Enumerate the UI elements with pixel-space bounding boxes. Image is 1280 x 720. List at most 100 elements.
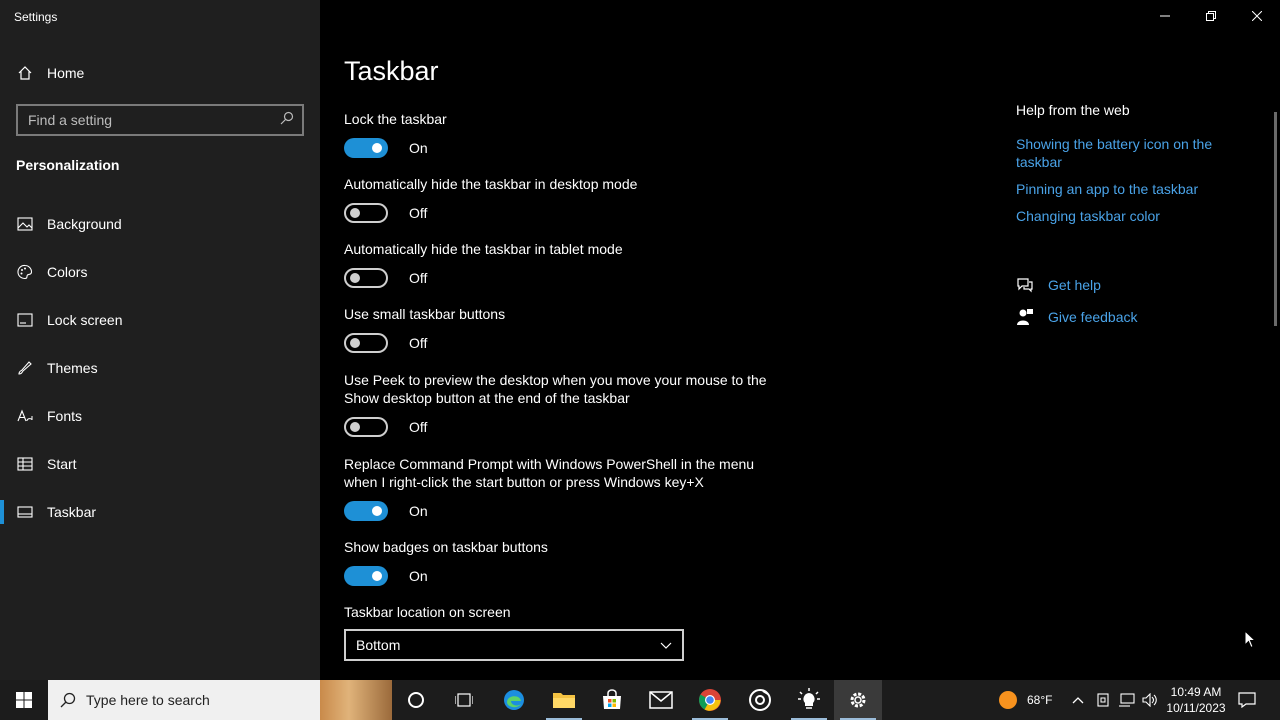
lock-taskbar-toggle[interactable] (344, 138, 388, 158)
taskbar-location-dropdown[interactable]: Bottom (344, 629, 684, 661)
taskbar-search-placeholder: Type here to search (86, 692, 210, 708)
task-view-button[interactable] (440, 680, 488, 720)
restore-button[interactable] (1188, 0, 1234, 32)
brush-icon (16, 359, 34, 377)
sidebar-item-colors[interactable]: Colors (0, 248, 320, 296)
help-link-battery[interactable]: Showing the battery icon on the taskbar (1016, 135, 1246, 171)
home-icon (16, 65, 34, 81)
chevron-down-icon (660, 637, 672, 653)
tips-button[interactable] (785, 680, 833, 720)
sidebar-item-label: Fonts (47, 408, 83, 424)
tips-icon (798, 688, 820, 709)
autohide-desktop-toggle[interactable] (344, 203, 388, 223)
start-button[interactable] (0, 680, 48, 720)
get-help-label: Get help (1048, 277, 1101, 293)
peek-toggle[interactable] (344, 417, 388, 437)
toggle-state: Off (409, 270, 428, 286)
home-link[interactable]: Home (16, 62, 84, 84)
clock-time: 10:49 AM (1170, 685, 1222, 699)
autohide-tablet-toggle[interactable] (344, 268, 388, 288)
taskbar-clock[interactable]: 10:49 AM 10/11/2023 (1160, 684, 1232, 716)
minimize-icon (1160, 15, 1170, 17)
media-button[interactable] (736, 680, 784, 720)
setting-label: Replace Command Prompt with Windows Powe… (344, 456, 755, 490)
setting-autohide-tablet: Automatically hide the taskbar in tablet… (344, 240, 784, 288)
sidebar-item-background[interactable]: Background (0, 200, 320, 248)
sidebar-item-lock-screen[interactable]: Lock screen (0, 296, 320, 344)
setting-lock-taskbar: Lock the taskbar On (344, 110, 784, 158)
sidebar-item-label: Start (47, 456, 77, 472)
help-link-color[interactable]: Changing taskbar color (1016, 207, 1246, 225)
edge-button[interactable] (490, 680, 538, 720)
sidebar-item-start[interactable]: Start (0, 440, 320, 488)
tray-network[interactable] (1118, 680, 1136, 720)
search-input[interactable]: Find a setting (16, 104, 304, 136)
chrome-button[interactable] (686, 680, 734, 720)
palette-icon (16, 263, 34, 281)
store-button[interactable] (588, 680, 636, 720)
lock-screen-icon (16, 311, 34, 329)
setting-autohide-desktop: Automatically hide the taskbar in deskto… (344, 175, 784, 223)
start-icon (16, 455, 34, 473)
mail-button[interactable] (637, 680, 685, 720)
setting-label: Show badges on taskbar buttons (344, 539, 548, 555)
home-label: Home (47, 65, 85, 81)
network-icon (1119, 693, 1135, 707)
setting-location: Taskbar location on screen (344, 603, 784, 621)
toggle-state: Off (409, 335, 428, 351)
setting-badges: Show badges on taskbar buttons On (344, 538, 784, 586)
minimize-button[interactable] (1142, 0, 1188, 32)
settings-icon (850, 692, 866, 708)
toggle-state: Off (409, 419, 428, 435)
tray-battery[interactable] (1096, 680, 1110, 720)
mouse-cursor-icon (1244, 629, 1257, 654)
small-buttons-toggle[interactable] (344, 333, 388, 353)
app-title: Settings (14, 10, 58, 24)
cortana-icon (408, 692, 424, 708)
location-label: Taskbar location on screen (344, 604, 511, 620)
settings-button[interactable] (834, 680, 882, 720)
setting-label: Use Peek to preview the desktop when you… (344, 372, 767, 406)
weather-widget[interactable]: 68°F (998, 680, 1052, 720)
device-icon (1097, 693, 1109, 707)
sidebar-item-label: Lock screen (47, 312, 123, 328)
sidebar-item-fonts[interactable]: Fonts (0, 392, 320, 440)
tray-chevron[interactable] (1072, 680, 1084, 720)
font-icon (16, 407, 34, 425)
sidebar: Settings Home Find a setting Personaliza… (0, 0, 320, 680)
weather-temp: 68°F (1027, 693, 1053, 707)
sidebar-item-taskbar[interactable]: Taskbar (0, 488, 320, 536)
setting-powershell: Replace Command Prompt with Windows Powe… (344, 455, 784, 521)
taskbar-search-box[interactable]: Type here to search (48, 680, 392, 720)
tray-volume[interactable] (1142, 680, 1158, 720)
badges-toggle[interactable] (344, 566, 388, 586)
search-icon (60, 692, 76, 708)
file-explorer-button[interactable] (540, 680, 588, 720)
give-feedback-link[interactable]: Give feedback (1016, 308, 1138, 326)
close-button[interactable] (1234, 0, 1280, 32)
give-feedback-label: Give feedback (1048, 309, 1138, 325)
store-icon (603, 689, 621, 709)
sidebar-item-themes[interactable]: Themes (0, 344, 320, 392)
toggle-state: On (409, 140, 428, 156)
help-link-pinning[interactable]: Pinning an app to the taskbar (1016, 180, 1246, 198)
cortana-button[interactable] (392, 680, 440, 720)
sidebar-item-label: Background (47, 216, 122, 232)
section-title: Personalization (16, 157, 120, 173)
chrome-icon (699, 689, 721, 711)
toggle-state: On (409, 568, 428, 584)
setting-label: Automatically hide the taskbar in tablet… (344, 241, 623, 257)
powershell-toggle[interactable] (344, 501, 388, 521)
taskbar-icon (16, 503, 34, 521)
action-center-button[interactable] (1238, 680, 1256, 720)
windows-logo-icon (16, 692, 32, 708)
get-help-link[interactable]: Get help (1016, 277, 1101, 293)
search-icon[interactable] (280, 111, 294, 130)
weather-sun-icon (999, 691, 1017, 709)
sidebar-nav: Background Colors Lock screen Themes Fon… (0, 200, 320, 536)
scrollbar[interactable] (1274, 112, 1277, 326)
setting-small-buttons: Use small taskbar buttons Off (344, 305, 784, 353)
restore-icon (1206, 11, 1216, 21)
feedback-icon (1016, 308, 1034, 326)
chevron-up-icon (1072, 697, 1084, 704)
